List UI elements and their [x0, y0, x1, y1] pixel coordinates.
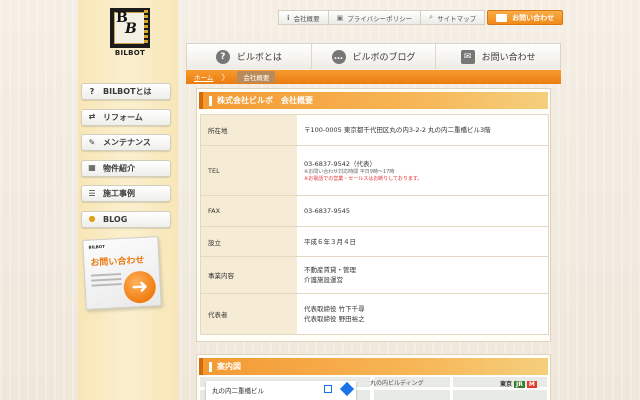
main-nav-label: ビルボとは: [236, 53, 282, 63]
contact-banner-brand: BILBOT: [88, 243, 105, 250]
list-icon: ☰: [88, 188, 96, 198]
open-external-icon[interactable]: [324, 385, 332, 393]
main-nav-blog[interactable]: … ビルボのブログ: [312, 44, 437, 69]
row-value: 〒100-0005 東京都千代田区丸の内3-2-2 丸の内二重橋ビル3階: [297, 115, 548, 145]
row-label: 事業内容: [201, 257, 297, 293]
top-link-sitemap[interactable]: ⌕ サイトマップ: [420, 10, 486, 25]
side-nav-blog[interactable]: ● BLOG: [81, 210, 171, 228]
row-value: 不動産賃貸・管理 介護施設運営: [297, 257, 548, 293]
row-value: 03-6837-9545: [297, 196, 548, 226]
row-label: 所在地: [201, 115, 297, 145]
table-row: 所在地 〒100-0005 東京都千代田区丸の内3-2-2 丸の内二重橋ビル3階: [201, 115, 548, 146]
contact-banner[interactable]: BILBOT お問い合わせ ➜: [82, 236, 162, 310]
table-row: TEL 03-6837-9542（代表） ※お問い合わせ対応時間 平日9時～17…: [201, 146, 548, 196]
map-heading: 案内図: [199, 358, 548, 375]
breadcrumb: ホーム 〉 会社概要: [186, 70, 561, 84]
row-value: 平成６年３月４日: [297, 227, 548, 256]
map-building-label: 丸の内ビルディング: [370, 380, 424, 387]
main-nav-label: ビルボのブログ: [352, 53, 416, 63]
mail-icon: [496, 13, 508, 22]
table-row: 事業内容 不動産賃貸・管理 介護施設運営: [201, 257, 548, 294]
question-icon: ?: [215, 49, 230, 64]
map-place-card[interactable]: 丸の内二重橋ビル: [206, 381, 356, 400]
envelope-icon: ✉: [460, 49, 475, 64]
row-value: 代表取締役 竹下千尋 代表取締役 野田裕之: [297, 294, 548, 334]
side-nav: ? BILBOTとは ⇄ リフォーム ✎ メンテナンス ▦ 物件紹介 ☰ 施工事…: [81, 83, 171, 237]
table-row: 設立 平成６年３月４日: [201, 227, 548, 257]
building-icon: ▦: [88, 163, 96, 173]
table-row: FAX 03-6837-9545: [201, 196, 548, 227]
lock-icon: ▣: [336, 13, 344, 22]
top-link-privacy[interactable]: ▣ プライバシーポリシー: [327, 10, 421, 25]
top-contact-label: お問い合わせ: [512, 13, 555, 22]
arrow-right-icon: ➜: [122, 270, 157, 304]
side-nav-about[interactable]: ? BILBOTとは: [81, 83, 171, 100]
side-nav-label: 物件紹介: [103, 163, 135, 173]
side-nav-reform[interactable]: ⇄ リフォーム: [81, 108, 171, 126]
speech-bubble-icon: ●: [88, 214, 96, 224]
row-label: 設立: [201, 227, 297, 256]
map-place-name: 丸の内二重橋ビル: [212, 387, 264, 395]
row-label: 代表者: [201, 294, 297, 334]
side-nav-properties[interactable]: ▦ 物件紹介: [81, 159, 171, 177]
question-icon: ?: [89, 86, 95, 96]
side-nav-label: メンテナンス: [103, 138, 151, 148]
breadcrumb-home-link[interactable]: ホーム: [194, 72, 213, 82]
logo-mark: B B: [110, 8, 150, 48]
side-nav-label: 施工事例: [103, 189, 135, 199]
top-link-label: 会社概要: [293, 14, 320, 23]
map-station-label: 東京 JR M: [500, 381, 537, 388]
company-panel: 株式会社ビルボ 会社概要 所在地 〒100-0005 東京都千代田区丸の内3-2…: [196, 88, 551, 342]
main-nav: ? ビルボとは … ビルボのブログ ✉ お問い合わせ: [186, 43, 561, 69]
embedded-map[interactable]: 丸の内ビルディング 東京 JR M 丸の内二重橋ビル: [200, 377, 547, 400]
main-nav-label: お問い合わせ: [481, 53, 536, 63]
row-label: TEL: [201, 146, 297, 195]
side-nav-maintenance[interactable]: ✎ メンテナンス: [81, 134, 171, 152]
search-icon: ⌕: [429, 13, 434, 21]
logo-text: BILBOT: [114, 49, 146, 57]
top-link-label: サイトマップ: [437, 14, 477, 23]
company-table: 所在地 〒100-0005 東京都千代田区丸の内3-2-2 丸の内二重橋ビル3階…: [200, 114, 549, 335]
table-row: 代表者 代表取締役 竹下千尋 代表取締役 野田裕之: [201, 294, 548, 334]
main-nav-about[interactable]: ? ビルボとは: [187, 44, 312, 69]
main-nav-contact[interactable]: ✉ お問い合わせ: [436, 44, 560, 69]
wrench-icon: ✎: [88, 137, 96, 147]
map-heading-text: 案内図: [217, 362, 241, 371]
section-heading: 株式会社ビルボ 会社概要: [199, 92, 548, 109]
top-link-company[interactable]: ℹ 会社概要: [278, 10, 328, 25]
breadcrumb-current: 会社概要: [237, 71, 276, 83]
side-nav-label: リフォーム: [103, 112, 143, 122]
section-heading-text: 株式会社ビルボ 会社概要: [217, 96, 313, 105]
directions-icon[interactable]: [339, 381, 355, 397]
side-nav-label: BILBOTとは: [103, 87, 152, 96]
side-nav-label: BLOG: [103, 214, 128, 224]
arrows-icon: ⇄: [88, 112, 96, 122]
contact-banner-title: お問い合わせ: [90, 255, 145, 269]
contact-banner-lines: [91, 273, 122, 290]
info-icon: ℹ: [287, 13, 290, 22]
brand-logo[interactable]: B B BILBOT: [110, 8, 150, 60]
side-nav-works[interactable]: ☰ 施工事例: [81, 185, 171, 203]
speech-bubble-icon: …: [331, 49, 346, 64]
top-links: ℹ 会社概要 ▣ プライバシーポリシー ⌕ サイトマップ お問い合わせ: [278, 10, 564, 25]
map-panel: 案内図 丸の内ビルディング 東京 JR M 丸の内二重橋ビル: [196, 354, 551, 400]
breadcrumb-separator: 〉: [221, 72, 230, 82]
row-value: 03-6837-9542（代表） ※お問い合わせ対応時間 平日9時～17時 ※お…: [297, 146, 548, 195]
top-link-label: プライバシーポリシー: [347, 14, 413, 23]
row-label: FAX: [201, 196, 297, 226]
top-contact-button[interactable]: お問い合わせ: [487, 10, 564, 25]
